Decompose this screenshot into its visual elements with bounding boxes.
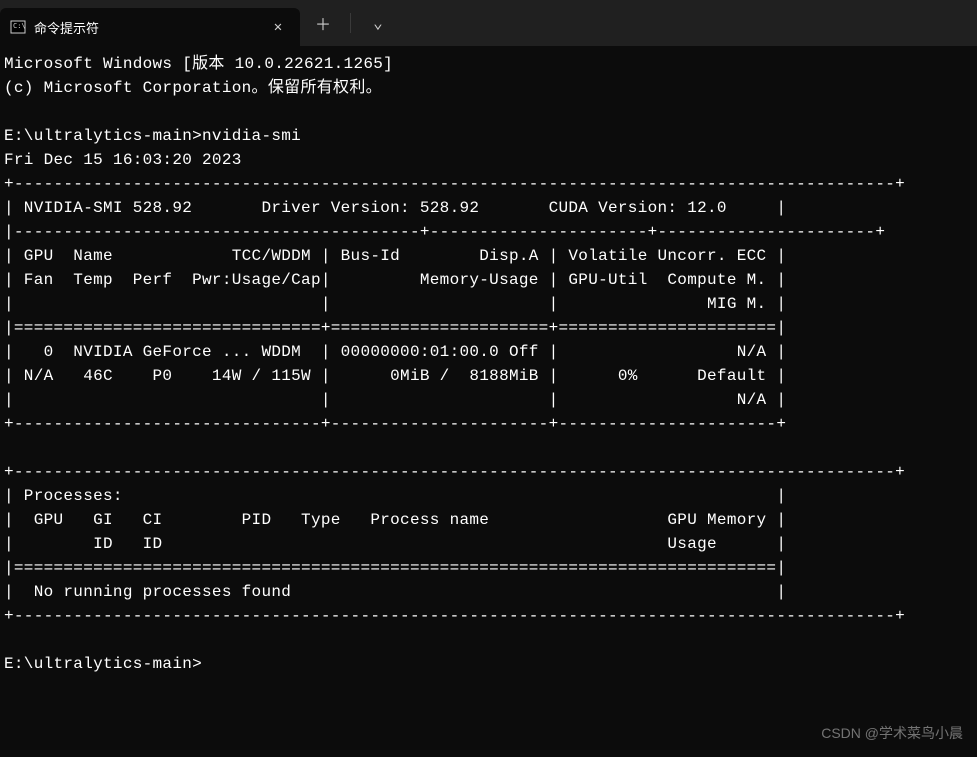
smi-border: +---------------------------------------… bbox=[4, 175, 905, 193]
smi-header: | Fan Temp Perf Pwr:Usage/Cap| Memory-Us… bbox=[4, 271, 786, 289]
smi-gpu-row: | 0 NVIDIA GeForce ... WDDM | 00000000:0… bbox=[4, 343, 786, 361]
titlebar-actions: ＋ ⌄ bbox=[300, 0, 401, 46]
close-tab-button[interactable]: ✕ bbox=[266, 15, 290, 39]
smi-processes: | Processes: | bbox=[4, 487, 786, 505]
smi-processes: | ID ID Usage | bbox=[4, 535, 786, 553]
smi-border: |=======================================… bbox=[4, 559, 786, 577]
titlebar: C:\ 命令提示符 ✕ ＋ ⌄ bbox=[0, 0, 977, 46]
smi-border: |===============================+=======… bbox=[4, 319, 786, 337]
svg-text:C:\: C:\ bbox=[13, 22, 26, 30]
divider bbox=[350, 13, 351, 33]
watermark: CSDN @学术菜鸟小晨 bbox=[821, 723, 963, 743]
output-line: Fri Dec 15 16:03:20 2023 bbox=[4, 151, 242, 169]
output-line: Microsoft Windows [版本 10.0.22621.1265] bbox=[4, 55, 393, 73]
output-line: (c) Microsoft Corporation。保留所有权利。 bbox=[4, 79, 382, 97]
prompt-line: E:\ultralytics-main>nvidia-smi bbox=[4, 127, 301, 145]
tab-active[interactable]: C:\ 命令提示符 ✕ bbox=[0, 8, 300, 46]
terminal-output[interactable]: Microsoft Windows [版本 10.0.22621.1265] (… bbox=[0, 46, 977, 682]
new-tab-button[interactable]: ＋ bbox=[300, 0, 346, 46]
smi-border: +---------------------------------------… bbox=[4, 463, 905, 481]
tab-title: 命令提示符 bbox=[34, 18, 258, 37]
smi-processes: | GPU GI CI PID Type Process name GPU Me… bbox=[4, 511, 786, 529]
smi-border: +-------------------------------+-------… bbox=[4, 415, 786, 433]
smi-header: | | | MIG M. | bbox=[4, 295, 786, 313]
smi-processes: | No running processes found | bbox=[4, 583, 786, 601]
prompt-current: E:\ultralytics-main> bbox=[4, 655, 202, 673]
smi-border: |---------------------------------------… bbox=[4, 223, 885, 241]
tab-dropdown-button[interactable]: ⌄ bbox=[355, 0, 401, 46]
smi-header: | GPU Name TCC/WDDM | Bus-Id Disp.A | Vo… bbox=[4, 247, 786, 265]
terminal-icon: C:\ bbox=[10, 19, 26, 35]
smi-gpu-row: | | | N/A | bbox=[4, 391, 786, 409]
smi-border: +---------------------------------------… bbox=[4, 607, 905, 625]
smi-version: | NVIDIA-SMI 528.92 Driver Version: 528.… bbox=[4, 199, 786, 217]
smi-gpu-row: | N/A 46C P0 14W / 115W | 0MiB / 8188MiB… bbox=[4, 367, 786, 385]
